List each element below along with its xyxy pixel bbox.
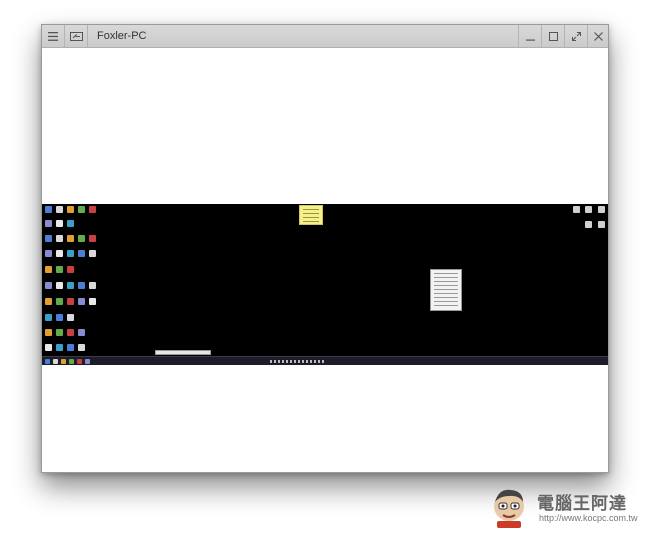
taskbar-app-icon[interactable] xyxy=(77,359,82,364)
desktop-shortcut-icon[interactable] xyxy=(45,266,52,273)
desktop-shortcut-icon[interactable] xyxy=(56,250,63,257)
remote-viewport[interactable] xyxy=(42,48,608,472)
desktop-shortcut-icon[interactable] xyxy=(78,344,85,351)
desktop-shortcut-icon[interactable] xyxy=(45,329,52,336)
desktop-shortcut-icon[interactable] xyxy=(573,206,580,213)
desktop-shortcut-icon[interactable] xyxy=(598,221,605,228)
context-menu[interactable] xyxy=(430,269,462,311)
desktop-shortcut-icon[interactable] xyxy=(67,266,74,273)
system-tray[interactable] xyxy=(270,360,326,363)
fullscreen-icon[interactable] xyxy=(565,25,587,47)
desktop-shortcut-icon[interactable] xyxy=(67,314,74,321)
desktop-shortcut-icon[interactable] xyxy=(45,235,52,242)
window-title: Foxler-PC xyxy=(97,30,147,42)
taskbar-app-icon[interactable] xyxy=(69,359,74,364)
desktop-shortcut-icon[interactable] xyxy=(56,282,63,289)
desktop-shortcut-icon[interactable] xyxy=(67,220,74,227)
desktop-shortcut-icon[interactable] xyxy=(56,266,63,273)
taskbar[interactable] xyxy=(42,356,608,365)
desktop-shortcut-icon[interactable] xyxy=(89,206,96,213)
desktop-shortcut-icon[interactable] xyxy=(67,344,74,351)
desktop-shortcut-icon[interactable] xyxy=(89,282,96,289)
desktop-shortcut-icon[interactable] xyxy=(45,314,52,321)
desktop-shortcut-icon[interactable] xyxy=(78,235,85,242)
desktop-shortcut-icon[interactable] xyxy=(585,206,592,213)
desktop-shortcut-icon[interactable] xyxy=(78,250,85,257)
watermark-title: 電腦王阿達 xyxy=(537,494,627,514)
notification-popup[interactable] xyxy=(155,350,211,355)
desktop-shortcut-icon[interactable] xyxy=(45,250,52,257)
minimize-icon[interactable] xyxy=(519,25,541,47)
watermark: 電腦王阿達 http://www.kocpc.com.tw xyxy=(489,486,649,530)
remote-desktop-window: Foxler-PC xyxy=(41,24,609,473)
desktop-shortcut-icon[interactable] xyxy=(89,235,96,242)
desktop-shortcut-icon[interactable] xyxy=(78,298,85,305)
taskbar-app-icon[interactable] xyxy=(61,359,66,364)
desktop-shortcut-icon[interactable] xyxy=(45,282,52,289)
mascot-logo-icon xyxy=(489,486,529,528)
taskbar-app-icon[interactable] xyxy=(45,359,50,364)
desktop-shortcut-icon[interactable] xyxy=(67,282,74,289)
desktop-shortcut-icon[interactable] xyxy=(56,235,63,242)
maximize-icon[interactable] xyxy=(542,25,564,47)
desktop-shortcut-icon[interactable] xyxy=(67,329,74,336)
hamburger-icon[interactable] xyxy=(42,25,64,47)
title-bar: Foxler-PC xyxy=(42,25,608,48)
desktop-shortcut-icon[interactable] xyxy=(67,298,74,305)
screenshot: Foxler-PC 電腦王阿達 http://www.kocpc.com.tw xyxy=(0,0,654,536)
desktop-shortcut-icon[interactable] xyxy=(89,250,96,257)
desktop-shortcut-icon[interactable] xyxy=(56,220,63,227)
desktop-shortcut-icon[interactable] xyxy=(56,298,63,305)
desktop-shortcut-icon[interactable] xyxy=(78,282,85,289)
divider xyxy=(87,25,88,47)
desktop-shortcut-icon[interactable] xyxy=(585,221,592,228)
screen-share-icon[interactable] xyxy=(65,25,87,47)
desktop-shortcut-icon[interactable] xyxy=(45,344,52,351)
desktop-shortcut-icon[interactable] xyxy=(56,329,63,336)
desktop-shortcut-icon[interactable] xyxy=(598,206,605,213)
desktop-shortcut-icon[interactable] xyxy=(45,206,52,213)
desktop-shortcut-icon[interactable] xyxy=(56,344,63,351)
desktop-shortcut-icon[interactable] xyxy=(67,250,74,257)
desktop-shortcut-icon[interactable] xyxy=(89,298,96,305)
sticky-note[interactable] xyxy=(299,205,323,225)
desktop-shortcut-icon[interactable] xyxy=(78,329,85,336)
desktop-shortcut-icon[interactable] xyxy=(45,298,52,305)
desktop-shortcut-icon[interactable] xyxy=(56,206,63,213)
watermark-url: http://www.kocpc.com.tw xyxy=(539,513,638,523)
desktop-shortcut-icon[interactable] xyxy=(45,220,52,227)
taskbar-app-icon[interactable] xyxy=(53,359,58,364)
desktop-shortcut-icon[interactable] xyxy=(67,235,74,242)
remote-desktop-screen[interactable] xyxy=(42,204,608,365)
taskbar-app-icon[interactable] xyxy=(85,359,90,364)
desktop-shortcut-icon[interactable] xyxy=(56,314,63,321)
desktop-shortcut-icon[interactable] xyxy=(78,206,85,213)
close-icon[interactable] xyxy=(587,25,609,47)
desktop-shortcut-icon[interactable] xyxy=(67,206,74,213)
